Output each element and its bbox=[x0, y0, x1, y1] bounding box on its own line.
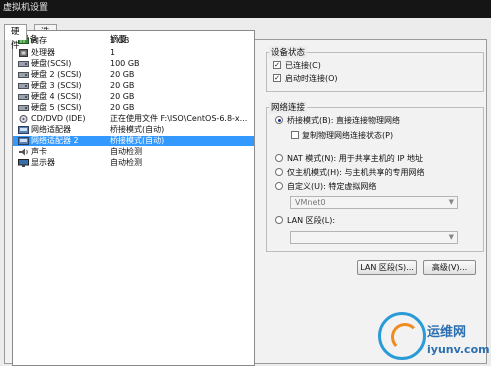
device-name: 网络适配器 bbox=[31, 125, 71, 134]
hard-disk-icon bbox=[18, 71, 29, 79]
device-summary: 20 GB bbox=[110, 81, 135, 90]
device-row[interactable]: 显示器 自动检测 bbox=[13, 158, 254, 168]
device-summary: 自动检测 bbox=[110, 147, 142, 156]
device-status-title: 设备状态 bbox=[269, 46, 308, 58]
custom-network-select-value: VMnet0 bbox=[295, 198, 326, 207]
device-summary: 20 GB bbox=[110, 92, 135, 101]
device-row[interactable]: 网络适配器 2 桥接模式(自动) bbox=[13, 136, 254, 146]
network-adapter-icon bbox=[18, 126, 29, 134]
custom-label[interactable]: 自定义(U): 特定虚拟网络 bbox=[287, 181, 376, 192]
hard-disk-icon bbox=[18, 93, 29, 101]
device-summary: 1 bbox=[110, 48, 116, 57]
device-name: 硬盘 2 (SCSI) bbox=[31, 70, 82, 79]
device-name: 处理器 bbox=[31, 48, 55, 57]
device-summary: 桥接模式(自动) bbox=[110, 125, 165, 134]
watermark-logo-icon bbox=[378, 312, 426, 360]
custom-network-select[interactable]: VMnet0 ▼ bbox=[290, 196, 458, 209]
device-summary: 正在使用文件 F:\ISO\CentOS-6.8-x... bbox=[110, 114, 248, 123]
chevron-down-icon: ▼ bbox=[448, 233, 454, 241]
connected-checkbox[interactable]: ✓ bbox=[273, 61, 281, 69]
device-row[interactable]: 网络适配器 桥接模式(自动) bbox=[13, 125, 254, 135]
display-icon bbox=[18, 159, 29, 167]
device-row[interactable]: 硬盘 4 (SCSI) 20 GB bbox=[13, 92, 254, 102]
device-status-group bbox=[266, 52, 484, 92]
watermark-text: 运维网 bbox=[427, 325, 467, 340]
custom-radio[interactable] bbox=[275, 182, 283, 190]
connected-label[interactable]: 已连接(C) bbox=[285, 60, 321, 71]
device-row[interactable]: CD/DVD (IDE) 正在使用文件 F:\ISO\CentOS-6.8-x..… bbox=[13, 114, 254, 124]
device-summary: 100 GB bbox=[110, 59, 140, 68]
device-name: 声卡 bbox=[31, 147, 47, 156]
device-row[interactable]: 硬盘 2 (SCSI) 20 GB bbox=[13, 70, 254, 80]
replicate-state-checkbox[interactable] bbox=[291, 131, 299, 139]
advanced-button[interactable]: 高级(V)... bbox=[423, 260, 476, 275]
device-summary: 桥接模式(自动) bbox=[110, 136, 165, 145]
device-row[interactable]: 硬盘(SCSI) 100 GB bbox=[13, 59, 254, 69]
device-row[interactable]: 内存 1 GB bbox=[13, 36, 254, 46]
tab-hardware[interactable]: 硬件 bbox=[4, 24, 27, 51]
hard-disk-icon bbox=[18, 104, 29, 112]
lan-segment-select[interactable]: ▼ bbox=[290, 231, 458, 244]
device-name: 内存 bbox=[31, 36, 47, 45]
network-adapter-icon bbox=[18, 137, 29, 145]
chevron-down-icon: ▼ bbox=[448, 198, 454, 206]
host-only-label[interactable]: 仅主机模式(H): 与主机共享的专用网络 bbox=[287, 167, 425, 178]
device-name: 硬盘 3 (SCSI) bbox=[31, 81, 82, 90]
nat-label[interactable]: NAT 模式(N): 用于共享主机的 IP 地址 bbox=[287, 153, 423, 164]
replicate-state-label[interactable]: 复制物理网络连接状态(P) bbox=[302, 130, 393, 141]
connect-at-power-on-label[interactable]: 启动时连接(O) bbox=[285, 73, 338, 84]
bridged-label[interactable]: 桥接模式(B): 直接连接物理网络 bbox=[287, 115, 400, 126]
device-name: 显示器 bbox=[31, 158, 55, 167]
hard-disk-icon bbox=[18, 60, 29, 68]
network-connection-title: 网络连接 bbox=[269, 101, 308, 113]
lan-segments-button[interactable]: LAN 区段(S)... bbox=[357, 260, 417, 275]
cd-dvd-icon bbox=[18, 115, 29, 123]
device-row[interactable]: 硬盘 5 (SCSI) 20 GB bbox=[13, 103, 254, 113]
sound-card-icon bbox=[18, 148, 29, 156]
device-summary: 自动检测 bbox=[110, 158, 142, 167]
watermark-url: iyunv.com bbox=[427, 343, 490, 356]
device-name: 网络适配器 2 bbox=[31, 136, 79, 145]
device-name: CD/DVD (IDE) bbox=[31, 114, 86, 123]
hard-disk-icon bbox=[18, 82, 29, 90]
device-name: 硬盘 5 (SCSI) bbox=[31, 103, 82, 112]
window-title: 虚拟机设置 bbox=[3, 3, 49, 13]
device-summary: 20 GB bbox=[110, 70, 135, 79]
device-row[interactable]: 处理器 1 bbox=[13, 48, 254, 58]
device-name: 硬盘(SCSI) bbox=[31, 59, 72, 68]
bridged-radio[interactable] bbox=[275, 116, 283, 124]
window-title-bar: 虚拟机设置 bbox=[0, 0, 491, 18]
connect-at-power-on-checkbox[interactable]: ✓ bbox=[273, 74, 281, 82]
host-only-radio[interactable] bbox=[275, 168, 283, 176]
device-row[interactable]: 声卡 自动检测 bbox=[13, 147, 254, 157]
device-name: 硬盘 4 (SCSI) bbox=[31, 92, 82, 101]
lan-segment-label[interactable]: LAN 区段(L): bbox=[287, 215, 335, 226]
nat-radio[interactable] bbox=[275, 154, 283, 162]
device-row[interactable]: 硬盘 3 (SCSI) 20 GB bbox=[13, 81, 254, 91]
device-list[interactable]: 设备 摘要 内存 1 GB 处理器 1 硬盘(SCSI) 100 GB 硬盘 2 (SCSI… bbox=[12, 30, 255, 366]
device-summary: 20 GB bbox=[110, 103, 135, 112]
device-summary: 1 GB bbox=[110, 36, 130, 45]
lan-segment-radio[interactable] bbox=[275, 216, 283, 224]
